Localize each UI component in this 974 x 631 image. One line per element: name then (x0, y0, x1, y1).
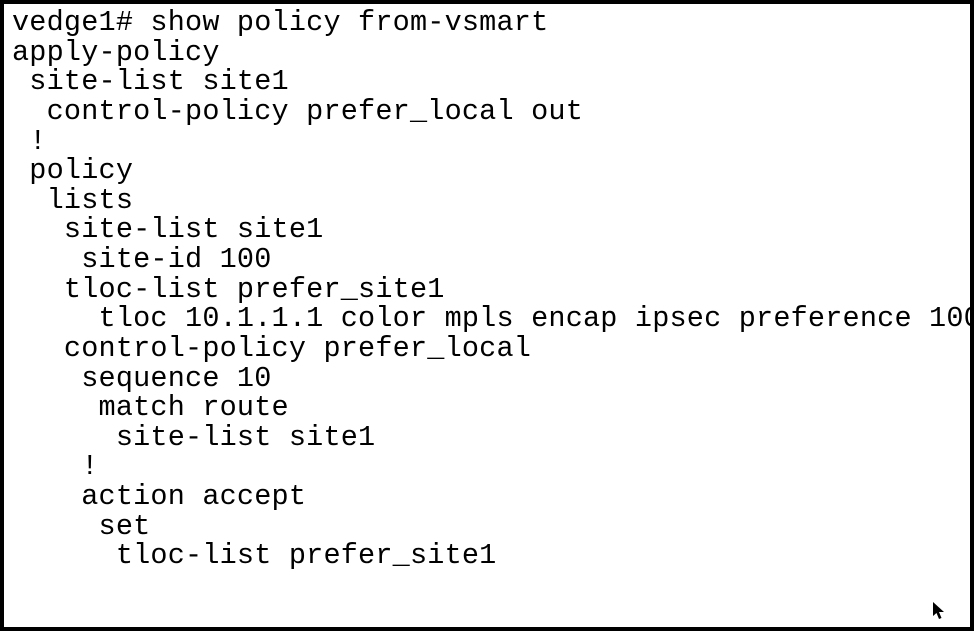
terminal-window: vedge1# show policy from-vsmart apply-po… (0, 0, 974, 631)
mouse-cursor-icon (932, 601, 946, 621)
terminal-output: vedge1# show policy from-vsmart apply-po… (12, 8, 962, 571)
